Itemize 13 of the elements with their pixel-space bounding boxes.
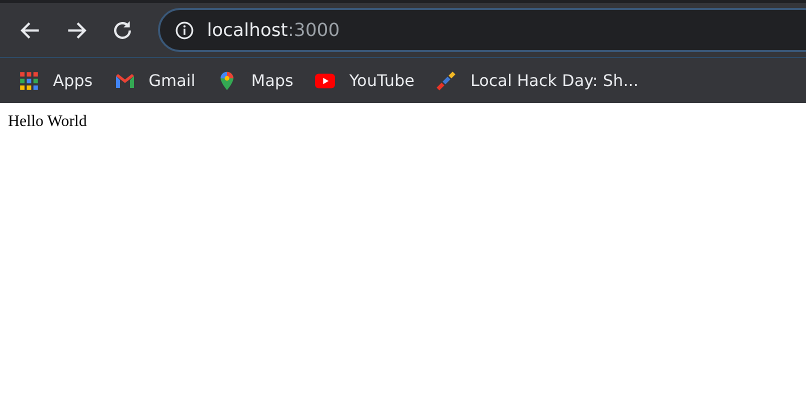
address-bar[interactable]: localhost:3000 xyxy=(158,8,806,52)
url-port: :3000 xyxy=(288,20,340,40)
info-icon[interactable] xyxy=(174,20,195,40)
grid-icon xyxy=(19,70,39,90)
play-icon xyxy=(315,70,336,90)
bookmark-item[interactable]: YouTube xyxy=(315,70,414,90)
bookmark-item[interactable]: Maps xyxy=(217,70,294,90)
url-host: localhost xyxy=(207,20,288,40)
page-text: Hello World xyxy=(8,113,87,130)
bookmark-item[interactable]: Local Hack Day: Sh... xyxy=(436,70,638,90)
bookmark-item[interactable]: Gmail xyxy=(114,70,196,90)
bookmark-item[interactable]: Apps xyxy=(19,70,93,90)
logo-icon xyxy=(436,70,456,90)
